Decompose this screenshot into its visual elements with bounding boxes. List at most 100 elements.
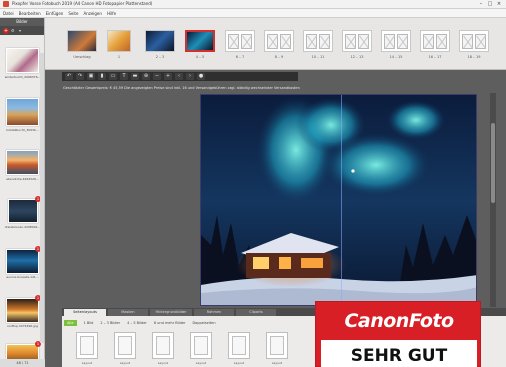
image-thumbnail[interactable] [6, 249, 39, 274]
layout-template[interactable] [114, 332, 136, 359]
maximize-button[interactable]: □ [487, 1, 493, 7]
page-label: Umschlag [73, 55, 91, 59]
layout-label: Layout [195, 361, 207, 365]
photo-placeholder-icon [306, 34, 317, 49]
filter-6-mehr-bilder[interactable]: 6 und mehr Bilder [154, 321, 186, 325]
clipart-icon[interactable]: ⊕ [142, 73, 150, 80]
thumbnail-label: rooftop-3274490.jpg [7, 324, 38, 328]
photo-placeholder-icon [475, 34, 486, 49]
layout-template[interactable] [266, 332, 288, 359]
photo-placeholder-icon [319, 34, 330, 49]
page-thumb-12-13[interactable] [342, 30, 372, 52]
minimize-button[interactable]: – [478, 1, 484, 7]
menu-bearbeiten[interactable]: Bearbeiten [19, 9, 41, 17]
award-badge: CanonFoto SEHR GUT [315, 301, 481, 367]
page-strip: Umschlag 1 2 – 3 4 – 5 6 – 7 8 – 9 10 – … [45, 18, 506, 70]
menu-hilfe[interactable]: Hilfe [107, 9, 116, 17]
zoom-in-icon[interactable]: + [164, 73, 172, 80]
add-image-icon[interactable]: + [3, 27, 9, 34]
photo-placeholder-icon [228, 34, 239, 49]
tab-cliparts[interactable]: Cliparts [236, 309, 276, 316]
next-icon[interactable]: › [186, 73, 194, 80]
thumbnail-label: aurora-borealis-141... [6, 275, 39, 279]
filter-2-3-bilder[interactable]: 2 – 3 Bilder [100, 321, 120, 325]
filter-doppelseiten[interactable]: Doppelseiten [192, 321, 215, 325]
image-thumbnail[interactable] [6, 98, 39, 126]
canvas-scrollbar[interactable] [490, 93, 496, 307]
layout-template[interactable] [152, 332, 174, 359]
photo-placeholder-icon [397, 34, 408, 49]
thumbnail-label: dreisterscan-4298091... [4, 225, 41, 229]
page-thumb-1[interactable] [107, 30, 131, 52]
page-label: 8 – 9 [274, 55, 284, 59]
filter-4-5-bilder[interactable]: 4 – 5 Bilder [127, 321, 147, 325]
chevron-down-icon[interactable]: ▾ [19, 28, 25, 33]
photo-placeholder-icon [280, 34, 291, 49]
scrollbar-knob[interactable] [491, 123, 495, 203]
tab-hintergrundbilder[interactable]: Hintergrundbilder [150, 309, 192, 316]
filter-1-bild[interactable]: 1 Bild [84, 321, 94, 325]
page-label: 12 – 13 [350, 55, 364, 59]
page-label: 18 – 19 [467, 55, 481, 59]
sidebar-header: Bilder [0, 18, 44, 26]
placed-photo[interactable] [200, 94, 477, 306]
window-title: Pixopfer Vosse Fotobuch 2019 (A4 Canon H… [12, 1, 153, 6]
award-rating: SEHR GUT [321, 340, 477, 367]
layout-label: Layout [157, 361, 169, 365]
page-thumb-10-11[interactable] [303, 30, 333, 52]
page-thumb-18-19[interactable] [459, 30, 489, 52]
page-label: 2 – 3 [155, 55, 165, 59]
menu-bar: Datei Bearbeiten Einfügen Seite Anzeigen… [0, 9, 506, 18]
layout-template[interactable] [228, 332, 250, 359]
editor-toolbar: ↶ ↷ ▣ ▮ ▭ T ▬ ⊕ − + ‹ › ● [62, 72, 298, 81]
page-thumb-14-15[interactable] [381, 30, 411, 52]
page-thumb-cover[interactable] [67, 30, 97, 52]
prev-icon[interactable]: ‹ [175, 73, 183, 80]
page-thumb-16-17[interactable] [420, 30, 450, 52]
award-brand: CanonFoto [344, 310, 454, 332]
sidebar-tools: + ⚙ ▾ [0, 26, 44, 35]
page-thumb-2-3[interactable] [145, 30, 175, 52]
page-thumb-6-7[interactable] [225, 30, 255, 52]
page-thumb-4-5[interactable] [185, 30, 215, 52]
thumbnail-label: abendrote-4462526... [6, 177, 39, 181]
thumbnail-label: winterbucht_2096376... [4, 75, 41, 79]
menu-datei[interactable]: Datei [3, 9, 14, 17]
price-status: Geschätzter Gesamtpreis: € 45,59 Die ang… [63, 86, 300, 90]
zoom-out-icon[interactable]: − [153, 73, 161, 80]
image-thumbnail[interactable] [6, 48, 39, 73]
sidebar-scrollbar[interactable] [40, 53, 44, 343]
app-window: Pixopfer Vosse Fotobuch 2019 (A4 Canon H… [0, 0, 506, 367]
image-icon[interactable]: ▭ [109, 73, 117, 80]
image-sidebar: Bilder + ⚙ ▾ winterbucht_2096376... kris… [0, 18, 45, 367]
sticker-icon[interactable]: ▬ [131, 73, 139, 80]
image-thumbnail[interactable] [8, 199, 38, 223]
preview-icon[interactable]: ● [197, 73, 205, 80]
redo-icon[interactable]: ↷ [76, 73, 84, 80]
menu-anzeigen[interactable]: Anzeigen [83, 9, 101, 17]
settings-icon[interactable]: ⚙ [11, 28, 17, 33]
aurora-night-photo [201, 95, 476, 305]
tab-rahmen[interactable]: Rahmen [194, 309, 234, 316]
menu-seite[interactable]: Seite [68, 9, 78, 17]
layout-template[interactable] [190, 332, 212, 359]
photo-placeholder-icon [241, 34, 252, 49]
image-thumbnail[interactable] [6, 150, 39, 175]
page-label: 4 – 5 [195, 55, 205, 59]
layout-label: Layout [81, 361, 93, 365]
text-icon[interactable]: T [120, 73, 128, 80]
tab-seitenlayouts[interactable]: Seitenlayouts [64, 309, 106, 316]
layout-label: Layout [271, 361, 283, 365]
image-thumbnail[interactable] [6, 298, 39, 323]
page-thumb-8-9[interactable] [264, 30, 294, 52]
filter-alle[interactable]: Alle [64, 319, 77, 326]
close-button[interactable]: × [496, 1, 502, 7]
save-icon[interactable]: ▣ [87, 73, 95, 80]
undo-icon[interactable]: ↶ [65, 73, 73, 80]
layout-template[interactable] [76, 332, 98, 359]
menu-einfuegen[interactable]: Einfügen [46, 9, 64, 17]
page-icon[interactable]: ▮ [98, 73, 106, 80]
page-label: 1 [117, 55, 121, 59]
page-label: 14 – 15 [389, 55, 403, 59]
tab-masken[interactable]: Masken [108, 309, 148, 316]
